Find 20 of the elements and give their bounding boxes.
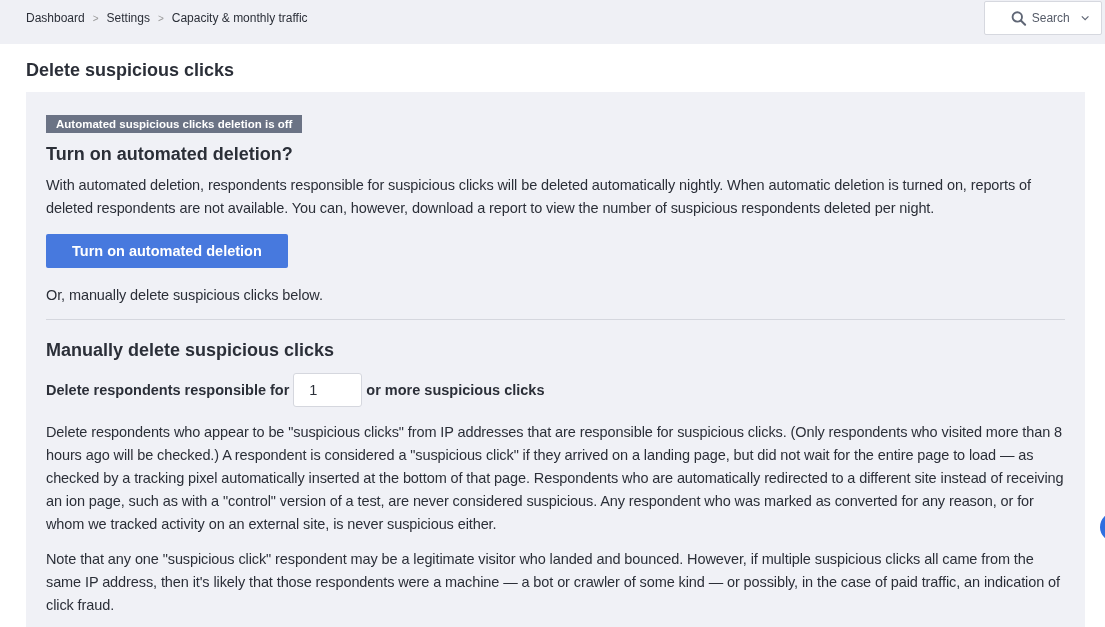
breadcrumb-link[interactable]: Dashboard	[26, 11, 85, 25]
description-text: With automated deletion, respondents responsible for suspicious clicks will be deleted automatically nightly. When automatic deletion is turned on, reports of deleted respondents are not available. You can, however, download a report to view the number of suspicious respondents deleted per night.	[46, 176, 1032, 218]
search-icon	[1011, 8, 1027, 28]
page-title: Delete suspicious clicks	[26, 60, 236, 81]
clicks-input-field[interactable]: 1	[293, 373, 363, 407]
search-button[interactable]: Search	[984, 1, 1102, 35]
caret-icon	[1080, 15, 1089, 21]
field-label: Delete respondents responsible for	[46, 382, 290, 398]
turn-on-button[interactable]: Turn on automated deletion	[46, 234, 288, 268]
breadcrumb-separator: >	[157, 12, 164, 24]
section-heading: Manually delete suspicious clicks	[46, 340, 336, 361]
section-heading: Turn on automated deletion?	[46, 144, 294, 165]
paragraph: Delete respondents who appear to be "suspicious clicks" from IP addresses that are responsible for suspicious clicks. (Only respondents who visited more than 8 hours ago will be checked.) A respondent is considered a "suspicious click" if they arrived on a landing page, but did not wait for the entire page to load — as checked by a tracking pixel automatically inserted at the bottom of that page. Respondents who are automatically redirected to a different site instead of receiving an ion page, such as with a "control" version of a test, are never considered suspicious. Any respondent who was marked as converted for any reason, or for whom we tracked activity on an external site, is never suspicious either.	[46, 423, 1065, 534]
breadcrumb-link[interactable]: Settings	[106, 11, 150, 25]
breadcrumb-separator: >	[92, 12, 99, 24]
status-badge: Automated suspicious clicks deletion is off	[46, 115, 303, 133]
field-label: or more suspicious clicks	[366, 382, 545, 398]
breadcrumb-link[interactable]: Capacity & monthly traffic	[171, 11, 308, 25]
note-text: Or, manually delete suspicious clicks below.	[46, 286, 324, 305]
paragraph: Note that any one "suspicious click" respondent may be a legitimate visitor who landed and bounced. However, if multiple suspicious clicks all came from the same IP address, then it's likely that those respondents were a machine — a bot or crawler of some kind — or possibly, in the case of paid traffic, an indication of click fraud.	[46, 550, 1061, 615]
